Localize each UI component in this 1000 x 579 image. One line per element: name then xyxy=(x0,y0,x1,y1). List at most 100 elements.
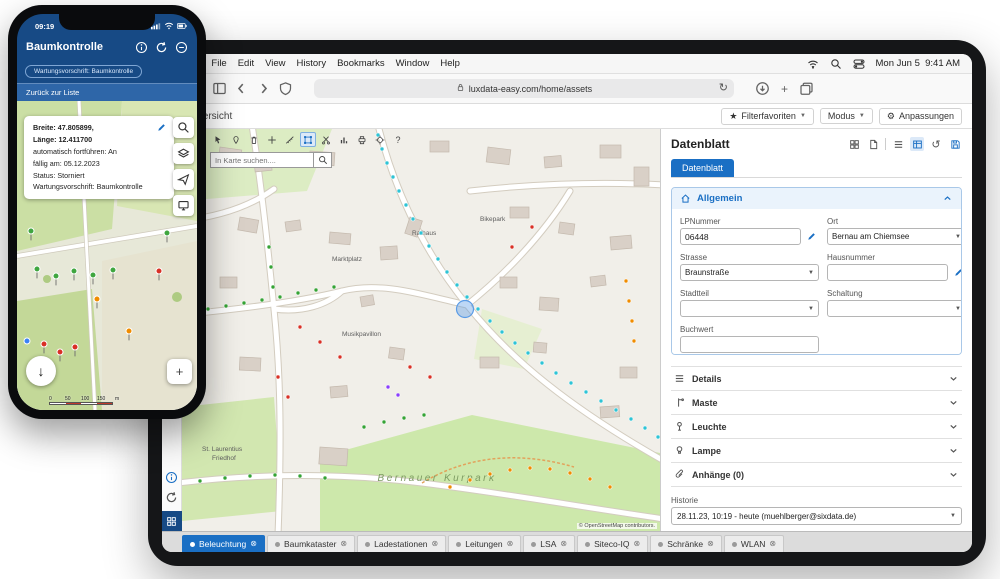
menu-item-help[interactable]: Help xyxy=(440,58,460,69)
download-button[interactable]: ↓ xyxy=(26,356,56,386)
ort-select[interactable]: Bernau am Chiemsee▼ xyxy=(827,228,962,245)
close-icon[interactable]: ⊗ xyxy=(340,540,347,548)
wifi-icon[interactable] xyxy=(807,58,819,70)
stadtteil-select[interactable]: ▼ xyxy=(680,300,819,317)
move-icon[interactable] xyxy=(264,132,280,147)
history-icon[interactable] xyxy=(165,491,178,504)
map-search-button[interactable] xyxy=(314,152,332,168)
tab-datenblatt[interactable]: Datenblatt xyxy=(671,159,734,177)
info-icon[interactable] xyxy=(135,41,148,54)
cut-icon[interactable] xyxy=(318,132,334,147)
map-canvas[interactable]: Rathaus Marktplatz Bikepark Musikpavillo… xyxy=(182,129,660,531)
close-icon[interactable]: ⊗ xyxy=(560,540,567,548)
close-icon[interactable]: ⊗ xyxy=(432,540,439,548)
refresh-icon[interactable] xyxy=(155,41,168,54)
screen-icon[interactable] xyxy=(173,195,194,216)
pencil-icon[interactable] xyxy=(951,265,962,280)
search-icon[interactable] xyxy=(830,58,842,70)
downloads-icon[interactable] xyxy=(755,81,770,96)
delete-icon[interactable] xyxy=(246,132,262,147)
close-icon[interactable]: ⊗ xyxy=(250,540,257,548)
close-icon[interactable]: ⊗ xyxy=(634,540,641,548)
reload-icon[interactable]: ↻ xyxy=(719,81,728,94)
menu-grid-icon[interactable] xyxy=(162,511,182,531)
print-icon[interactable] xyxy=(354,132,370,147)
tabs-overview-icon[interactable] xyxy=(799,81,814,96)
close-icon[interactable]: ⊗ xyxy=(769,540,776,548)
chart-icon[interactable] xyxy=(336,132,352,147)
layer-tab-schraenke[interactable]: Schränke⊗ xyxy=(650,535,722,552)
undo-icon[interactable]: ↺ xyxy=(929,137,943,151)
menu-item-history[interactable]: History xyxy=(297,58,327,69)
map-container[interactable]: Rathaus Marktplatz Bikepark Musikpavillo… xyxy=(182,129,660,531)
help-icon[interactable]: ? xyxy=(390,132,406,147)
document-icon[interactable] xyxy=(866,137,880,151)
layer-tab-ladestationen[interactable]: Ladestationen⊗ xyxy=(357,535,446,552)
draw-polygon-icon[interactable] xyxy=(300,132,316,147)
layer-tab-beleuchtung[interactable]: Beleuchtung⊗ xyxy=(182,535,265,552)
section-lampe[interactable]: Lampe xyxy=(671,439,962,463)
hausnummer-input[interactable] xyxy=(827,264,948,281)
back-icon[interactable] xyxy=(234,81,249,96)
map-search-input[interactable] xyxy=(210,152,314,168)
shield-icon[interactable] xyxy=(278,81,293,96)
map-label-kurpark: Bernauer Kurpark xyxy=(378,473,497,484)
add-button[interactable]: + xyxy=(167,359,192,384)
pencil-icon[interactable] xyxy=(156,121,168,133)
save-icon[interactable] xyxy=(948,137,962,151)
section-maste[interactable]: Maste xyxy=(671,391,962,415)
address-bar[interactable]: luxdata-easy.com/home/assets ↻ xyxy=(314,79,734,98)
filter-chip[interactable]: Wartungsvorschrift: Baumkontrolle xyxy=(25,65,142,78)
anpassungen-button[interactable]: ⚙Anpassungen xyxy=(879,108,962,125)
section-leuchte[interactable]: Leuchte xyxy=(671,415,962,439)
menu-item-bookmarks[interactable]: Bookmarks xyxy=(337,58,385,69)
strasse-select[interactable]: Braunstraße▼ xyxy=(680,264,819,281)
rows-icon[interactable] xyxy=(891,137,905,151)
close-icon[interactable]: ⊗ xyxy=(707,540,714,548)
grid-icon[interactable] xyxy=(847,137,861,151)
section-details[interactable]: Details xyxy=(671,367,962,391)
info-icon[interactable] xyxy=(165,471,178,484)
back-to-list-button[interactable]: Zurück zur Liste xyxy=(17,83,197,101)
modus-button[interactable]: Modus▼ xyxy=(820,108,873,124)
sidebar-icon[interactable] xyxy=(212,81,227,96)
control-center-icon[interactable] xyxy=(853,58,865,70)
layer-tab-leitungen[interactable]: Leitungen⊗ xyxy=(448,535,521,552)
lpnummer-input[interactable] xyxy=(680,228,801,245)
card-fortfuehren: automatisch fortführen: An xyxy=(33,146,165,158)
section-allgemein-header[interactable]: Allgemein xyxy=(672,188,961,209)
locate-icon[interactable] xyxy=(372,132,388,147)
pencil-icon[interactable] xyxy=(804,229,819,244)
schaltung-select[interactable]: ▼ xyxy=(827,300,962,317)
phone-map[interactable]: Breite: 47.805899, Länge: 12.411700 auto… xyxy=(17,101,197,410)
layer-tab-wlan[interactable]: WLAN⊗ xyxy=(724,535,784,552)
filter-favorites-button[interactable]: ★Filterfavoriten▼ xyxy=(721,108,814,125)
layer-tab-lsa[interactable]: LSA⊗ xyxy=(523,535,575,552)
wifi-icon xyxy=(164,22,174,30)
logout-icon[interactable] xyxy=(175,41,188,54)
menu-item-edit[interactable]: Edit xyxy=(238,58,254,69)
menu-clock[interactable]: Mon Jun 5 9:41 AM xyxy=(876,58,961,69)
close-icon[interactable]: ⊗ xyxy=(507,540,514,548)
historie-select[interactable]: 28.11.23, 10:19 - heute (muehlberger@six… xyxy=(671,507,962,525)
map-toolbar: ? xyxy=(210,132,406,147)
forward-icon[interactable] xyxy=(256,81,271,96)
buchwert-input[interactable] xyxy=(680,336,819,353)
pointer-icon[interactable] xyxy=(210,132,226,147)
menu-item-file[interactable]: File xyxy=(211,58,226,69)
navigate-icon[interactable] xyxy=(173,169,194,190)
section-anhaenge[interactable]: Anhänge (0) xyxy=(671,463,962,487)
layers-icon[interactable] xyxy=(173,143,194,164)
new-tab-icon[interactable]: + xyxy=(777,81,792,96)
field-label: Hausnummer xyxy=(827,253,962,262)
search-icon[interactable] xyxy=(173,117,194,138)
chevron-down-icon: ▼ xyxy=(955,234,961,240)
table-icon[interactable] xyxy=(910,137,924,151)
pin-icon[interactable] xyxy=(228,132,244,147)
layer-tab-siteco-iq[interactable]: Siteco-IQ⊗ xyxy=(577,535,648,552)
measure-icon[interactable] xyxy=(282,132,298,147)
menu-item-view[interactable]: View xyxy=(265,58,285,69)
layer-tab-baumkataster[interactable]: Baumkataster⊗ xyxy=(267,535,355,552)
menu-item-window[interactable]: Window xyxy=(396,58,430,69)
selected-asset-marker[interactable] xyxy=(457,301,474,318)
